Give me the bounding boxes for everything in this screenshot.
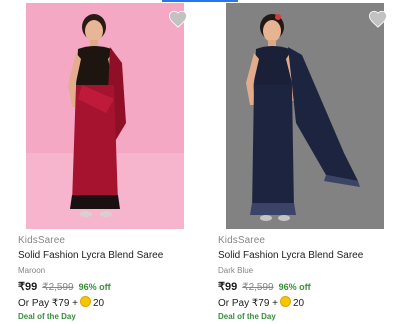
selling-price: ₹99 [218,281,238,293]
product-image[interactable] [26,3,184,229]
supercoin-icon [80,296,91,307]
discount-percent: 96% off [278,282,311,292]
product-title[interactable]: Solid Fashion Lycra Blend Saree [218,250,363,261]
product-image[interactable] [226,3,384,229]
product-brand: KidsSaree [218,235,266,246]
deal-badge: Deal of the Day [218,312,276,321]
supercoin-offer: Or Pay ₹79 + 20 [218,296,304,309]
heart-icon[interactable] [168,10,188,28]
heart-icon[interactable] [368,10,388,28]
product-brand: KidsSaree [18,235,66,246]
supercoin-offer: Or Pay ₹79 + 20 [18,296,104,309]
original-price: ₹2,599 [242,282,274,293]
product-variant: Maroon [18,266,46,275]
product-card[interactable]: KidsSaree Solid Fashion Lycra Blend Sare… [208,0,400,324]
price-row: ₹99 ₹2,599 96% off [18,280,111,293]
product-card[interactable]: KidsSaree Solid Fashion Lycra Blend Sare… [8,0,203,324]
discount-percent: 96% off [78,282,111,292]
original-price: ₹2,599 [42,282,74,293]
coin-amount: 20 [93,298,105,309]
price-row: ₹99 ₹2,599 96% off [218,280,311,293]
product-variant: Dark Blue [218,266,254,275]
product-title[interactable]: Solid Fashion Lycra Blend Saree [18,250,163,261]
supercoin-icon [280,296,291,307]
deal-badge: Deal of the Day [18,312,76,321]
pay-prefix: Or Pay ₹79 + [18,298,78,309]
pay-prefix: Or Pay ₹79 + [218,298,278,309]
coin-amount: 20 [293,298,305,309]
selling-price: ₹99 [18,281,38,293]
